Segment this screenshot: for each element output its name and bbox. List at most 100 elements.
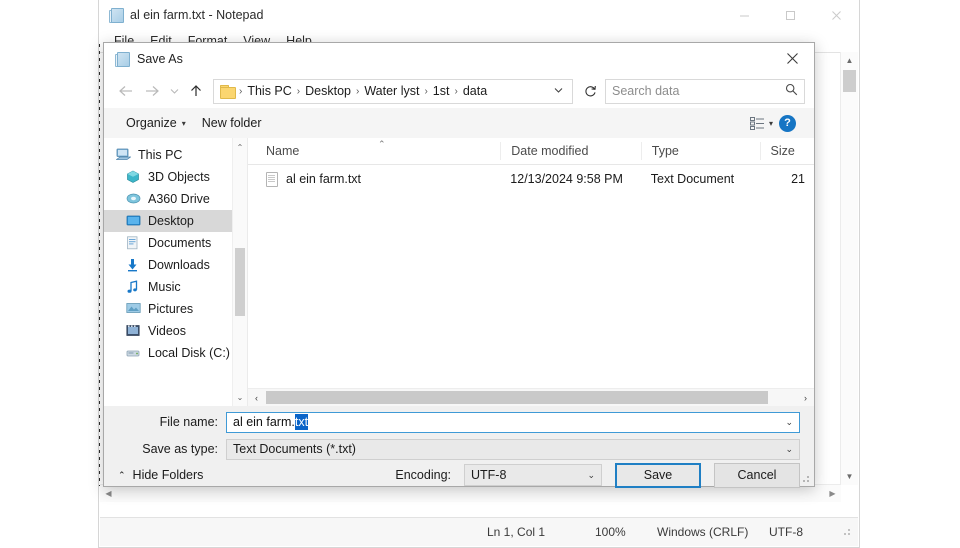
sidebar-item-local-disk-c[interactable]: Local Disk (C:) <box>104 342 247 364</box>
breadcrumb-item-water-lyst[interactable]: Water lyst <box>360 84 423 98</box>
breadcrumb-item-this-pc[interactable]: This PC <box>243 84 295 98</box>
navigation-pane-scrollbar[interactable]: ⌃ ⌄ <box>232 138 247 406</box>
cancel-button[interactable]: Cancel <box>714 463 800 488</box>
file-list-header: Name Date modified Type Size ⌃ <box>248 138 814 165</box>
sidebar-item-desktop[interactable]: Desktop <box>104 210 247 232</box>
toolbar-right-group: ▾ ? <box>750 115 800 132</box>
save-as-type-select[interactable]: Text Documents (*.txt) ⌄ <box>226 439 800 460</box>
search-icon <box>785 83 798 99</box>
sidebar-item-label: This PC <box>138 148 182 162</box>
status-cursor-position: Ln 1, Col 1 <box>487 525 595 539</box>
sidebar-item-pictures[interactable]: Pictures <box>104 298 247 320</box>
new-folder-label: New folder <box>202 116 262 130</box>
scroll-right-icon[interactable]: ▶ <box>824 485 841 502</box>
a360-drive-icon <box>126 192 141 206</box>
encoding-select[interactable]: UTF-8 ⌄ <box>464 464 602 486</box>
scroll-up-icon[interactable]: ⌃ <box>233 140 247 154</box>
file-name-chevron-down-icon[interactable]: ⌄ <box>779 417 793 428</box>
dialog-titlebar[interactable]: Save As <box>104 43 814 74</box>
breadcrumb-item-data[interactable]: data <box>459 84 491 98</box>
scroll-up-icon[interactable]: ▲ <box>841 52 858 69</box>
file-name-input[interactable]: al ein farm.txt ⌄ <box>226 412 800 433</box>
dialog-footer: ⌃ Hide Folders Encoding: UTF-8 ⌄ Save Ca… <box>104 464 814 486</box>
forward-button[interactable] <box>139 78 165 104</box>
sidebar-item-label: 3D Objects <box>148 170 210 184</box>
sidebar-item-music[interactable]: Music <box>104 276 247 298</box>
file-type-cell: Text Document <box>641 172 760 186</box>
column-header-date-modified[interactable]: Date modified <box>500 142 640 160</box>
status-line-ending: Windows (CRLF) <box>657 525 769 539</box>
save-as-type-chevron-down-icon[interactable]: ⌄ <box>779 444 793 455</box>
file-list-horizontal-scrollbar[interactable]: ‹ › <box>248 388 814 406</box>
dialog-title-group: Save As <box>104 52 183 66</box>
dialog-edge-artifact <box>99 44 100 486</box>
column-header-size[interactable]: Size <box>760 142 815 160</box>
file-name-selected-extension: txt <box>295 414 308 430</box>
sort-ascending-icon: ⌃ <box>378 139 386 150</box>
dialog-navigation-bar: › This PC › Desktop › Water lyst › 1st ›… <box>104 74 814 108</box>
recent-locations-chevron-down-icon[interactable] <box>165 78 183 104</box>
breadcrumb-chevron-down-icon[interactable] <box>549 86 568 96</box>
sidebar-item-3d-objects[interactable]: 3D Objects <box>104 166 247 188</box>
new-folder-button[interactable]: New folder <box>194 116 270 130</box>
resize-grip[interactable] <box>839 524 855 540</box>
close-icon[interactable] <box>813 0 859 30</box>
view-mode-icon[interactable]: ▾ <box>750 117 773 130</box>
back-button[interactable] <box>113 78 139 104</box>
breadcrumb-item-desktop[interactable]: Desktop <box>301 84 355 98</box>
breadcrumb-item-1st[interactable]: 1st <box>429 84 454 98</box>
dialog-toolbar: Organize ▾ New folder ▾ ? <box>104 108 814 139</box>
scroll-left-icon[interactable]: ◀ <box>100 485 117 502</box>
text-file-icon <box>266 172 278 187</box>
organize-button[interactable]: Organize ▾ <box>118 116 194 130</box>
file-name-prefix: al ein farm. <box>233 415 295 429</box>
chevron-up-icon: ⌃ <box>118 470 126 481</box>
scrollbar-thumb[interactable] <box>235 248 245 316</box>
sidebar-item-a360-drive[interactable]: A360 Drive <box>104 188 247 210</box>
dialog-title: Save As <box>137 52 183 66</box>
sidebar-item-label: Documents <box>148 236 211 250</box>
search-input[interactable]: Search data <box>605 79 805 104</box>
desktop-icon <box>126 214 141 228</box>
scrollbar-thumb[interactable] <box>843 70 856 92</box>
navigation-pane: This PC 3D Objects A360 Drive Desktop <box>104 138 248 406</box>
sidebar-item-videos[interactable]: Videos <box>104 320 247 342</box>
sidebar-item-downloads[interactable]: Downloads <box>104 254 247 276</box>
sidebar-item-label: Pictures <box>148 302 193 316</box>
minimize-icon[interactable] <box>721 0 767 30</box>
status-zoom-level: 100% <box>595 525 657 539</box>
file-name-row: File name: al ein farm.txt ⌄ <box>104 411 814 433</box>
column-header-name[interactable]: Name <box>248 142 500 160</box>
scroll-down-icon[interactable]: ▼ <box>841 468 858 485</box>
notepad-titlebar[interactable]: al ein farm.txt - Notepad <box>99 0 859 30</box>
status-encoding: UTF-8 <box>769 525 839 539</box>
breadcrumb[interactable]: › This PC › Desktop › Water lyst › 1st ›… <box>213 79 573 104</box>
dialog-fields: File name: al ein farm.txt ⌄ Save as typ… <box>104 406 814 464</box>
scroll-down-icon[interactable]: ⌄ <box>233 390 247 404</box>
maximize-icon[interactable] <box>767 0 813 30</box>
dialog-resize-grip[interactable] <box>799 472 811 484</box>
file-size-cell: 21 <box>760 172 814 186</box>
up-one-level-button[interactable] <box>183 78 209 104</box>
footer-actions: Encoding: UTF-8 ⌄ Save Cancel <box>395 463 814 488</box>
sidebar-item-documents[interactable]: Documents <box>104 232 247 254</box>
scroll-left-icon[interactable]: ‹ <box>248 389 265 406</box>
downloads-icon <box>126 258 141 272</box>
scroll-right-icon[interactable]: › <box>797 389 814 406</box>
encoding-label: Encoding: <box>395 468 451 482</box>
scrollbar-thumb[interactable] <box>266 391 768 404</box>
encoding-chevron-down-icon[interactable]: ⌄ <box>581 470 595 481</box>
folder-icon <box>220 85 235 97</box>
hide-folders-button[interactable]: ⌃ Hide Folders <box>104 468 203 482</box>
column-header-type[interactable]: Type <box>641 142 760 160</box>
help-icon[interactable]: ? <box>779 115 796 132</box>
table-row[interactable]: al ein farm.txt 12/13/2024 9:58 PM Text … <box>248 165 814 193</box>
this-pc-icon <box>116 148 131 162</box>
sidebar-item-label: Downloads <box>148 258 210 272</box>
refresh-icon[interactable] <box>579 80 601 103</box>
local-disk-icon <box>126 346 141 360</box>
close-icon[interactable] <box>770 43 814 74</box>
save-button[interactable]: Save <box>615 463 701 488</box>
sidebar-item-this-pc[interactable]: This PC <box>104 144 247 166</box>
notepad-vertical-scrollbar[interactable]: ▲ ▼ <box>840 52 858 485</box>
